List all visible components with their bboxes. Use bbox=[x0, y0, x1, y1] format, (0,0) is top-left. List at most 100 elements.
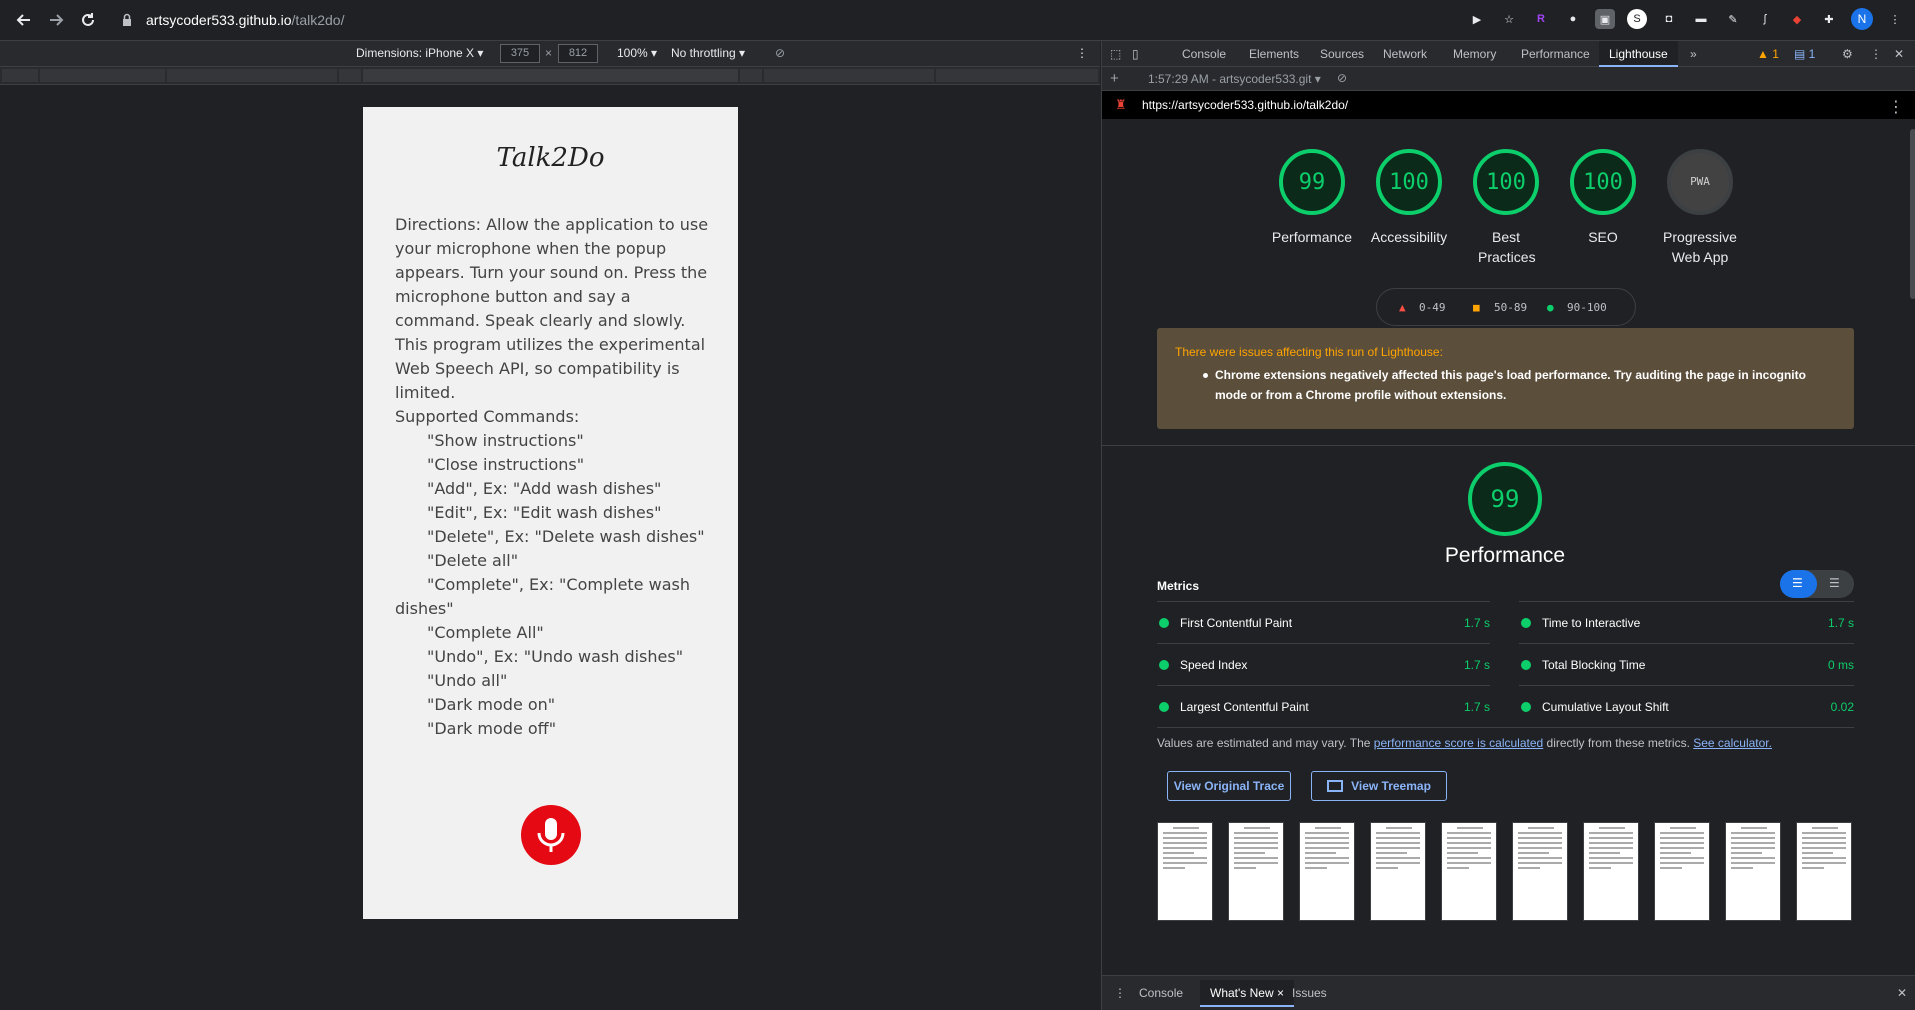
device-dimensions-select[interactable]: Dimensions: iPhone X ▾ bbox=[356, 46, 483, 60]
report-selector-label: 1:57:29 AM - artsycoder533.git bbox=[1148, 72, 1312, 86]
clear-icon[interactable]: ⊘ bbox=[1337, 71, 1347, 85]
button-label: View Original Trace bbox=[1173, 779, 1285, 793]
tab-console[interactable]: Console bbox=[1182, 47, 1226, 61]
list-long-icon: ☰ bbox=[1829, 576, 1840, 590]
times-sign: × bbox=[545, 46, 553, 60]
chat-icon[interactable]: ● bbox=[1563, 9, 1583, 29]
metric-name: Time to Interactive bbox=[1542, 616, 1641, 630]
command-item: "Close instructions" bbox=[427, 455, 585, 474]
pass-dot-icon bbox=[1521, 660, 1531, 670]
close-icon[interactable]: ✕ bbox=[1894, 47, 1904, 61]
drawer-tab-issues[interactable]: Issues bbox=[1292, 986, 1327, 1000]
close-tab-icon[interactable]: × bbox=[1277, 986, 1284, 1000]
view-treemap-button[interactable]: View Treemap bbox=[1311, 771, 1447, 801]
warnings-count: 1 bbox=[1772, 47, 1779, 61]
device-viewport: Talk2Do Directions: Allow the applicatio… bbox=[0, 85, 1100, 1010]
inspect-element-icon[interactable]: ⬚ bbox=[1110, 47, 1121, 61]
lighthouse-logo-icon: ♜ bbox=[1115, 97, 1127, 112]
extension-icon[interactable]: ◆ bbox=[1787, 9, 1807, 29]
best-practices-gauge[interactable]: 100 bbox=[1473, 149, 1539, 215]
drawer-menu-icon[interactable]: ⋮ bbox=[1114, 986, 1126, 1000]
view-original-trace-button[interactable]: View Original Trace bbox=[1167, 771, 1291, 801]
more-vert-icon[interactable]: ⋮ bbox=[1870, 47, 1882, 61]
pass-dot-icon bbox=[1159, 618, 1169, 628]
gauge-label: SEO bbox=[1588, 229, 1618, 245]
extension-icon[interactable]: ▣ bbox=[1595, 9, 1615, 29]
tab-elements[interactable]: Elements bbox=[1249, 47, 1299, 61]
profile-avatar[interactable]: N bbox=[1851, 8, 1873, 30]
throttling-select[interactable]: No throttling ▾ bbox=[671, 46, 745, 60]
metric-name: Largest Contentful Paint bbox=[1180, 700, 1309, 714]
drawer-tab-whats-new[interactable]: What's New × bbox=[1200, 980, 1294, 1007]
warnings-badge[interactable]: ▲ 1 bbox=[1757, 47, 1779, 61]
forward-icon[interactable] bbox=[44, 8, 68, 32]
more-vert-icon[interactable]: ⋮ bbox=[1885, 9, 1905, 29]
settings-icon[interactable]: ⚙ bbox=[1842, 47, 1853, 61]
score-calculated-link[interactable]: performance score is calculated bbox=[1374, 736, 1543, 750]
directions-text: Directions: Allow the application to use… bbox=[395, 215, 709, 402]
device-width-input[interactable]: 375 bbox=[500, 44, 540, 63]
tab-memory[interactable]: Memory bbox=[1453, 47, 1496, 61]
tab-lighthouse[interactable]: Lighthouse bbox=[1599, 41, 1678, 67]
metric-name: First Contentful Paint bbox=[1180, 616, 1293, 630]
more-vert-icon[interactable]: ⋮ bbox=[1076, 46, 1088, 60]
warning-title: There were issues affecting this run of … bbox=[1175, 345, 1443, 359]
metric-value: 0.02 bbox=[1830, 700, 1854, 714]
extension-r-icon[interactable]: R bbox=[1531, 9, 1551, 29]
report-selector[interactable]: 1:57:29 AM - artsycoder533.git ▾ bbox=[1148, 72, 1321, 86]
metric-name: Speed Index bbox=[1180, 658, 1248, 672]
drawer-tab-console[interactable]: Console bbox=[1139, 986, 1183, 1000]
new-report-icon[interactable]: + bbox=[1110, 70, 1119, 87]
more-tabs-icon[interactable]: » bbox=[1690, 47, 1697, 61]
legend-average: 50-89 bbox=[1494, 301, 1528, 314]
metric-row: Time to Interactive 1.7 s bbox=[1519, 601, 1854, 643]
back-icon[interactable] bbox=[12, 8, 36, 32]
seo-gauge[interactable]: 100 bbox=[1570, 149, 1636, 215]
device-dimensions-label: Dimensions: iPhone X bbox=[356, 46, 475, 60]
devtools-panel: ⬚ ▯ Console Elements Sources Network Mem… bbox=[1101, 41, 1915, 1010]
device-toggle-icon[interactable]: ▯ bbox=[1132, 47, 1139, 61]
reload-icon[interactable] bbox=[76, 8, 100, 32]
metrics-view-toggle[interactable]: ☰ ☰ bbox=[1780, 570, 1854, 598]
rotate-icon[interactable]: ⊘ bbox=[775, 46, 785, 60]
camera-icon[interactable]: ▶ bbox=[1467, 9, 1487, 29]
performance-gauge[interactable]: 99 bbox=[1279, 149, 1345, 215]
command-item: "Complete", Ex: "Complete wash dishes" bbox=[395, 575, 690, 618]
devtools-drawer: ⋮ Console What's New × Issues ✕ bbox=[1102, 975, 1915, 1010]
tab-network[interactable]: Network bbox=[1383, 47, 1427, 61]
device-height-input[interactable]: 812 bbox=[558, 44, 598, 63]
filmstrip-frame bbox=[1796, 822, 1852, 921]
extension-s-icon[interactable]: S bbox=[1627, 9, 1647, 29]
command-item: "Undo all" bbox=[427, 671, 508, 690]
extension-icon[interactable]: ʃ bbox=[1755, 9, 1775, 29]
button-label: View Treemap bbox=[1351, 779, 1431, 793]
accessibility-gauge[interactable]: 100 bbox=[1376, 149, 1442, 215]
extension-icon[interactable]: ▬ bbox=[1691, 9, 1711, 29]
star-icon[interactable]: ☆ bbox=[1499, 9, 1519, 29]
extensions-area: ▶ ☆ R ● ▣ S ◘ ▬ ✎ ʃ ◆ ✚ N ⋮ bbox=[1467, 8, 1905, 30]
treemap-icon bbox=[1327, 780, 1344, 792]
more-vert-icon[interactable]: ⋮ bbox=[1888, 97, 1904, 117]
messages-badge[interactable]: ▤ 1 bbox=[1794, 47, 1815, 61]
browser-toolbar: artsycoder533.github.io/talk2do/ ▶ ☆ R ●… bbox=[0, 0, 1915, 41]
pwa-badge[interactable]: PWA bbox=[1667, 149, 1733, 215]
close-drawer-icon[interactable]: ✕ bbox=[1897, 986, 1907, 1000]
screenshot-icon[interactable]: ◘ bbox=[1659, 9, 1679, 29]
metric-row: Cumulative Layout Shift 0.02 bbox=[1519, 685, 1854, 727]
zoom-select[interactable]: 100% ▾ bbox=[617, 46, 657, 60]
puzzle-icon[interactable]: ✚ bbox=[1819, 9, 1839, 29]
pen-icon[interactable]: ✎ bbox=[1723, 9, 1743, 29]
note-text: directly from these metrics. bbox=[1543, 736, 1694, 750]
divider bbox=[1157, 727, 1854, 728]
address-bar[interactable]: artsycoder533.github.io/talk2do/ bbox=[120, 6, 344, 34]
media-query-ruler bbox=[0, 67, 1100, 85]
messages-count: 1 bbox=[1808, 47, 1816, 61]
microphone-button[interactable] bbox=[521, 805, 581, 865]
tab-performance[interactable]: Performance bbox=[1521, 47, 1590, 61]
url-path: /talk2do/ bbox=[291, 12, 345, 28]
tab-sources[interactable]: Sources bbox=[1320, 47, 1364, 61]
see-calculator-link[interactable]: See calculator. bbox=[1693, 736, 1772, 750]
metric-row: Largest Contentful Paint 1.7 s bbox=[1157, 685, 1490, 727]
url-host: artsycoder533.github.io bbox=[146, 12, 292, 28]
scrollbar-thumb[interactable] bbox=[1910, 129, 1915, 299]
